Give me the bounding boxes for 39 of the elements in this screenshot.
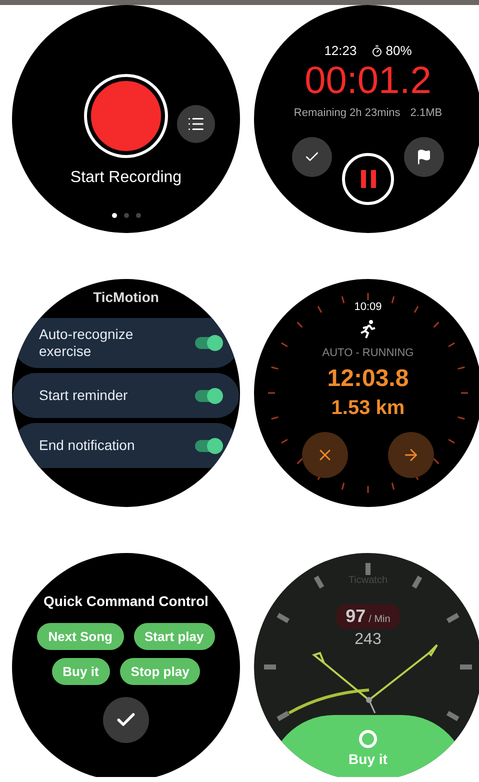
command-chip[interactable]: Next Song <box>37 623 124 650</box>
workout-distance: 1.53 km <box>331 397 405 420</box>
list-button[interactable] <box>177 105 215 143</box>
flag-icon <box>416 149 432 165</box>
pause-button[interactable] <box>342 153 394 205</box>
screen-title: Quick Command Control <box>44 593 208 609</box>
command-chip[interactable]: Stop play <box>120 658 200 685</box>
setting-label: Start reminder <box>39 386 129 404</box>
circle-icon <box>359 730 377 748</box>
workout-duration: 12:03.8 <box>327 365 409 393</box>
toggle-switch[interactable] <box>195 390 221 402</box>
elapsed-time: 00:01.2 <box>304 60 432 103</box>
battery-level: 80% <box>386 43 412 58</box>
clock-time: 10:09 <box>354 301 382 313</box>
app-title: TicMotion <box>93 289 159 305</box>
record-button[interactable] <box>87 77 165 155</box>
toggle-switch[interactable] <box>195 440 221 452</box>
clock-time: 12:23 <box>324 43 357 58</box>
timer-icon <box>370 44 383 56</box>
toggle-switch[interactable] <box>195 337 221 349</box>
continue-button[interactable] <box>388 432 434 478</box>
setting-row[interactable]: Start reminder <box>13 373 239 418</box>
command-chip[interactable]: Start play <box>134 623 215 650</box>
heart-rate-value: 97 <box>346 606 366 627</box>
runner-icon <box>358 319 378 339</box>
list-icon <box>187 115 205 133</box>
remaining-time: Remaining 2h 23mins <box>294 107 400 119</box>
calories-value: 243 <box>354 631 382 649</box>
start-recording-label: Start Recording <box>70 169 182 187</box>
confirm-button[interactable] <box>103 697 149 743</box>
activity-mode: AUTO - RUNNING <box>322 347 414 359</box>
command-chip[interactable]: Buy it <box>52 658 110 685</box>
setting-label: End notification <box>39 436 136 454</box>
heart-rate-unit: / Min <box>368 614 390 625</box>
setting-label: Auto-recognize exercise <box>39 326 134 360</box>
file-size: 2.1MB <box>410 107 442 119</box>
flag-button[interactable] <box>404 137 444 177</box>
cancel-button[interactable] <box>302 432 348 478</box>
arrow-right-icon <box>402 446 420 464</box>
